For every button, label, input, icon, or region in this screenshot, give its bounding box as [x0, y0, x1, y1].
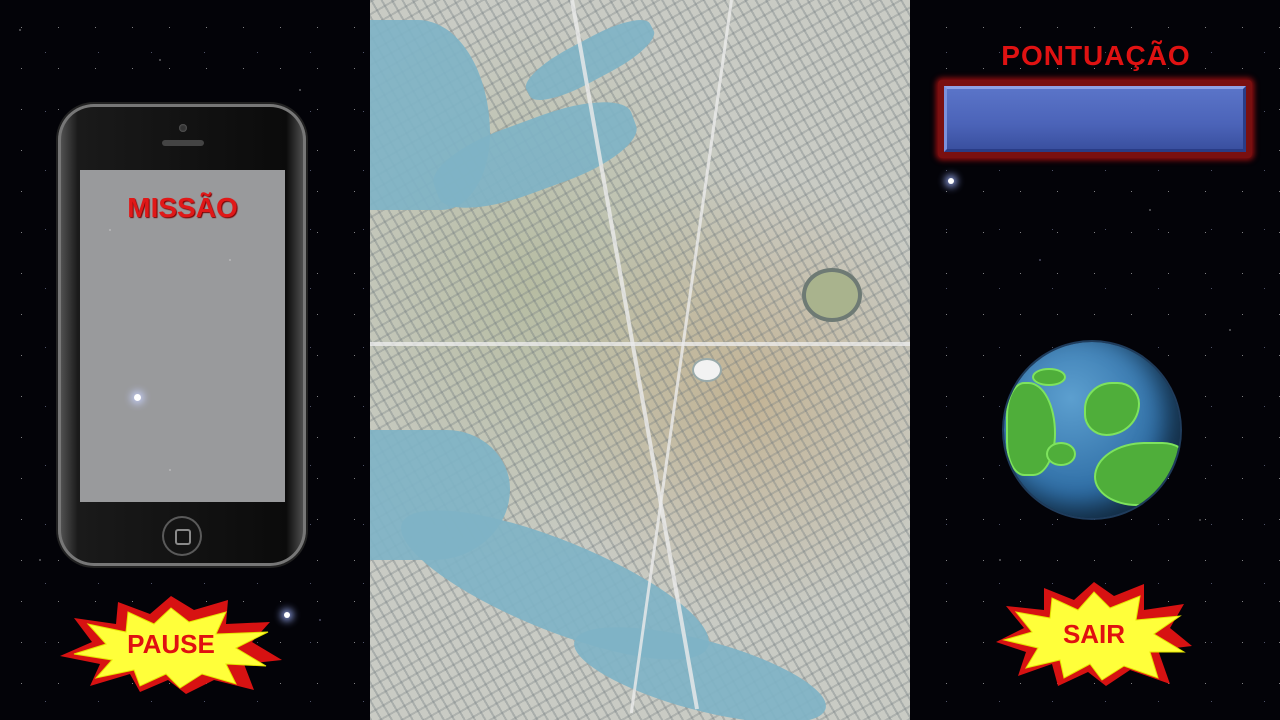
score-value — [944, 86, 1246, 152]
continent — [1046, 442, 1076, 466]
mission-title: MISSÃO — [127, 192, 238, 223]
pause-button-label: PAUSE — [127, 628, 215, 659]
bright-star — [948, 178, 954, 184]
mission-panel: MISSÃO — [80, 170, 285, 502]
earth-globe-icon — [1004, 342, 1180, 518]
score-title: PONTUAÇÃO — [1001, 40, 1191, 71]
star-glow — [134, 394, 141, 401]
phone-camera — [179, 124, 187, 132]
game-screen: MISSÃO PONTUAÇÃO PAUSE SAIR — [0, 0, 1280, 720]
smartphone-icon: MISSÃO — [58, 104, 306, 566]
exit-button-label: SAIR — [1062, 618, 1126, 649]
continent — [1006, 382, 1056, 476]
continent — [1084, 382, 1140, 436]
phone-speaker — [162, 140, 204, 146]
continent — [1094, 442, 1180, 506]
city-map[interactable] — [370, 0, 910, 720]
score-display — [938, 80, 1252, 158]
stadium-landmark — [692, 358, 722, 382]
exit-button[interactable]: SAIR — [994, 580, 1194, 688]
phone-home-button — [162, 516, 202, 556]
park-landmark — [802, 268, 862, 322]
main-avenue — [370, 342, 910, 346]
continent — [1032, 368, 1066, 386]
pause-button[interactable]: PAUSE — [56, 594, 286, 694]
